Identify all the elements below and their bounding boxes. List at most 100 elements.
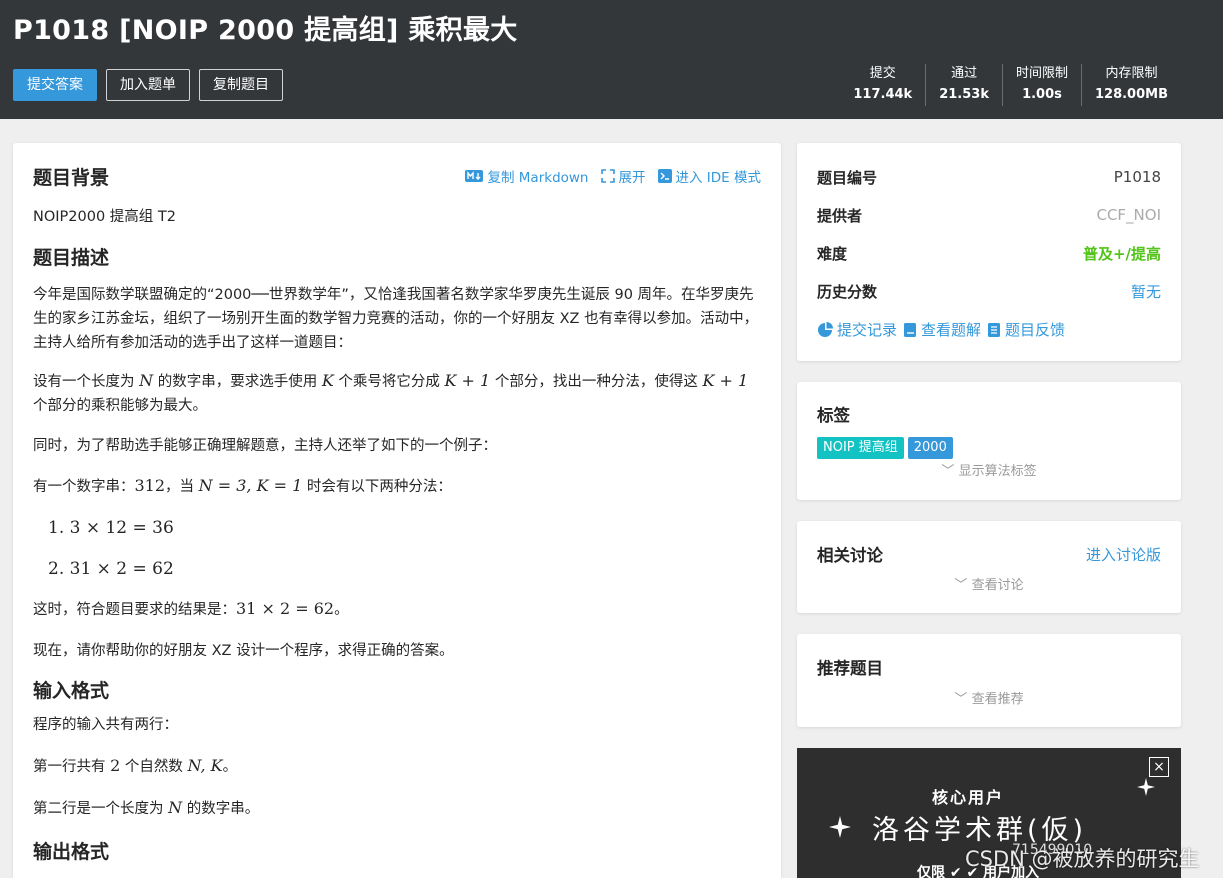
stat-label: 提交 — [869, 66, 896, 81]
info-row-history: 历史分数 暂无 — [817, 279, 1161, 303]
stat-time-limit: 时间限制 1.00s — [1001, 64, 1081, 106]
text: 时会有以下两种分法： — [306, 479, 452, 495]
math-var: N — [168, 798, 183, 817]
info-row-difficulty: 难度 普及+/提高 — [817, 241, 1161, 265]
submit-answer-button[interactable]: 提交答案 — [13, 69, 97, 101]
description-paragraph: 今年是国际数学联盟确定的“2000──世界数学年”，又恰逢我国著名数学家华罗庚先… — [33, 287, 759, 351]
stat-label: 内存限制 — [1105, 66, 1158, 81]
view-discussions-toggle[interactable]: ﹀ 查看讨论 — [797, 574, 1181, 593]
problem-feedback-link[interactable]: 题目反馈 — [987, 319, 1065, 340]
description-paragraph: 现在，请你帮助你的好朋友 XZ 设计一个程序，求得正确的答案。 — [33, 643, 454, 659]
link-label: 提交记录 — [837, 321, 898, 339]
math-number: 2 — [110, 756, 121, 775]
problem-stats: 提交 117.44k 通过 21.53k 时间限制 1.00s 内存限制 128… — [840, 64, 1181, 106]
text: 个部分的乘积能够为最大。 — [33, 398, 207, 414]
add-to-list-button[interactable]: 加入题单 — [106, 69, 190, 101]
tags-card: 标签 NOIP 提高组 2000 ﹀ 显示算法标签 — [797, 382, 1181, 500]
tag-noip[interactable]: NOIP 提高组 — [817, 437, 904, 459]
history-score-value: 暂无 — [1130, 282, 1161, 301]
problem-statement-card: 复制 Markdown 展开 进入 IDE 模式 题目背景 NOIP2000 提… — [13, 143, 781, 878]
info-label: 历史分数 — [817, 282, 878, 301]
page-title: P1018 [NOIP 2000 提高组] 乘积最大 — [13, 15, 518, 46]
text: 的数字串，要求选手使用 — [157, 374, 318, 390]
discussion-card: 相关讨论 进入讨论版 ﹀ 查看讨论 — [797, 521, 1181, 613]
input-paragraph: 程序的输入共有两行： — [33, 717, 178, 733]
pie-chart-icon — [818, 321, 833, 337]
toggle-label: 查看推荐 — [971, 692, 1024, 707]
show-algorithm-tags-toggle[interactable]: ﹀ 显示算法标签 — [797, 460, 1181, 479]
tag-year[interactable]: 2000 — [907, 437, 953, 459]
discussion-title: 相关讨论 — [817, 546, 883, 565]
description-paragraph: 设有一个长度为 N 的数字串，要求选手使用 K 个乘号将它分成 K + 1 个部… — [33, 369, 763, 418]
close-ad-button[interactable]: × — [1149, 757, 1169, 777]
link-label: 题目反馈 — [1005, 321, 1066, 339]
stat-label: 通过 — [951, 66, 978, 81]
math-var: N — [139, 371, 154, 390]
recommend-title: 推荐题目 — [817, 659, 883, 678]
background-text: NOIP2000 提高组 T2 — [33, 209, 176, 225]
output-format-heading: 输出格式 — [33, 841, 110, 863]
text: 个乘号将它分成 — [338, 374, 440, 390]
chevron-down-icon: ﹀ — [954, 692, 968, 707]
text: 第二行是一个长度为 — [33, 801, 164, 817]
info-label: 难度 — [817, 244, 848, 263]
ad-text: 核心用户 — [932, 788, 1005, 807]
text: ，当 — [165, 479, 195, 495]
math-var: K — [321, 371, 334, 390]
problem-header: P1018 [NOIP 2000 提高组] 乘积最大 提交答案 加入题单 复制题… — [0, 0, 1223, 119]
copy-problem-button[interactable]: 复制题目 — [199, 69, 283, 101]
problem-id-value: P1018 — [1113, 168, 1161, 186]
description-paragraph: 同时，为了帮助选手能够正确理解题意，主持人还举了如下的一个例子： — [33, 438, 497, 454]
text: 的数字串。 — [186, 801, 260, 817]
view-solutions-link[interactable]: 查看题解 — [903, 319, 981, 340]
text: 设有一个长度为 — [33, 374, 135, 390]
description-paragraph: 有一个数字串：312，当 N = 3, K = 1 时会有以下两种分法： — [33, 474, 763, 499]
toggle-label: 显示算法标签 — [958, 464, 1037, 479]
math-expr: K + 1 — [444, 371, 491, 390]
chevron-down-icon: ﹀ — [941, 464, 955, 479]
watermark: CSDN @被放养的研究生 — [965, 847, 1200, 871]
provider-link[interactable]: CCF_NOI — [1096, 206, 1161, 224]
math-number: 312 — [134, 476, 166, 495]
input-paragraph: 第二行是一个长度为 N 的数字串。 — [33, 796, 763, 821]
text: 个自然数 — [124, 759, 183, 775]
recommend-card: 推荐题目 ﹀ 查看推荐 — [797, 634, 1181, 727]
stat-label: 时间限制 — [1015, 66, 1068, 81]
stat-value: 1.00s — [1022, 87, 1062, 102]
math-expr: 31 × 2 = 62 — [236, 599, 335, 618]
stat-value: 128.00MB — [1094, 87, 1168, 102]
text: 。 — [334, 602, 349, 618]
input-format-heading: 输入格式 — [33, 680, 110, 702]
info-row-provider: 提供者 CCF_NOI — [817, 203, 1161, 227]
view-recommendations-toggle[interactable]: ﹀ 查看推荐 — [797, 688, 1181, 707]
description-paragraph: 这时，符合题目要求的结果是：31 × 2 = 62。 — [33, 597, 763, 622]
list-icon — [988, 322, 1001, 337]
enter-discussion-link[interactable]: 进入讨论版 — [1086, 544, 1161, 565]
example-item-1: 1. 3 × 12 = 36 — [48, 518, 174, 538]
tag-list: NOIP 提高组 2000 — [817, 436, 957, 459]
info-label: 题目编号 — [817, 168, 878, 187]
difficulty-value: 普及+/提高 — [1082, 244, 1161, 263]
problem-info-card: 题目编号 P1018 提供者 CCF_NOI 难度 普及+/提高 历史分数 暂无… — [797, 143, 1181, 361]
background-heading: 题目背景 — [33, 167, 110, 189]
text: 个部分，找出一种分法，使得这 — [494, 374, 698, 390]
math-expr: N = 3, K = 1 — [198, 476, 303, 495]
submission-records-link[interactable]: 提交记录 — [817, 319, 897, 340]
description-heading: 题目描述 — [33, 247, 110, 269]
math-expr: N, K — [187, 756, 223, 775]
stat-accepted: 通过 21.53k — [925, 64, 1002, 106]
text: 有一个数字串： — [33, 479, 135, 495]
example-item-2: 2. 31 × 2 = 62 — [48, 559, 174, 579]
info-label: 提供者 — [817, 206, 863, 225]
stat-value: 117.44k — [853, 87, 913, 102]
stat-submissions: 提交 117.44k — [840, 64, 925, 106]
stat-value: 21.53k — [939, 87, 989, 102]
sparkle-icon — [1137, 778, 1155, 796]
problem-links: 提交记录 查看题解 题目反馈 — [817, 319, 1065, 340]
toggle-label: 查看讨论 — [971, 578, 1024, 593]
book-icon — [904, 322, 917, 337]
text: 。 — [222, 759, 238, 775]
chevron-down-icon: ﹀ — [954, 578, 968, 593]
text: 这时，符合题目要求的结果是： — [33, 602, 236, 618]
input-paragraph: 第一行共有 2 个自然数 N, K。 — [33, 754, 763, 779]
